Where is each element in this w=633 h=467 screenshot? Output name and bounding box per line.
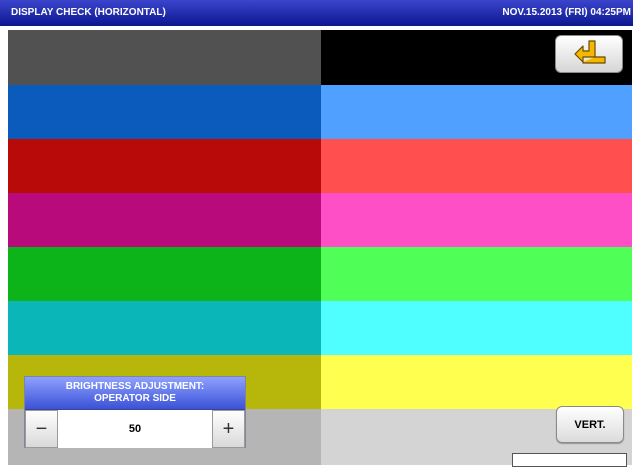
band-gray-dark: [8, 30, 321, 85]
band-blue-dark: [8, 85, 321, 139]
band-green-dark: [8, 247, 321, 301]
brightness-header: BRIGHTNESS ADJUSTMENT: OPERATOR SIDE: [25, 377, 245, 410]
page-title: DISPLAY CHECK (HORIZONTAL): [11, 7, 166, 18]
brightness-label: BRIGHTNESS ADJUSTMENT:: [65, 381, 205, 392]
band-red-light: [321, 139, 632, 193]
title-bar: DISPLAY CHECK (HORIZONTAL) NOV.15.2013 (…: [0, 0, 633, 26]
brightness-sublabel: OPERATOR SIDE: [94, 393, 176, 404]
band-cyan-dark: [8, 301, 321, 355]
back-button[interactable]: [555, 35, 623, 73]
band-yellow-light: [321, 355, 632, 409]
status-field: [512, 453, 627, 467]
band-green-light: [321, 247, 632, 301]
vertical-mode-button[interactable]: VERT.: [556, 406, 624, 443]
brightness-decrease-button[interactable]: −: [25, 410, 58, 448]
band-blue-light: [321, 85, 632, 139]
plus-icon: +: [222, 417, 235, 440]
datetime-display: NOV.15.2013 (FRI) 04:25PM: [502, 7, 631, 18]
return-arrow-icon: [574, 40, 606, 64]
band-red-dark: [8, 139, 321, 193]
minus-icon: −: [35, 417, 48, 440]
band-magenta-light: [321, 193, 632, 247]
brightness-stepper: − 50 +: [25, 410, 245, 448]
brightness-increase-button[interactable]: +: [212, 410, 245, 448]
brightness-value: 50: [128, 423, 142, 435]
band-magenta-dark: [8, 193, 321, 247]
brightness-panel: BRIGHTNESS ADJUSTMENT: OPERATOR SIDE − 5…: [24, 376, 246, 448]
band-cyan-light: [321, 301, 632, 355]
